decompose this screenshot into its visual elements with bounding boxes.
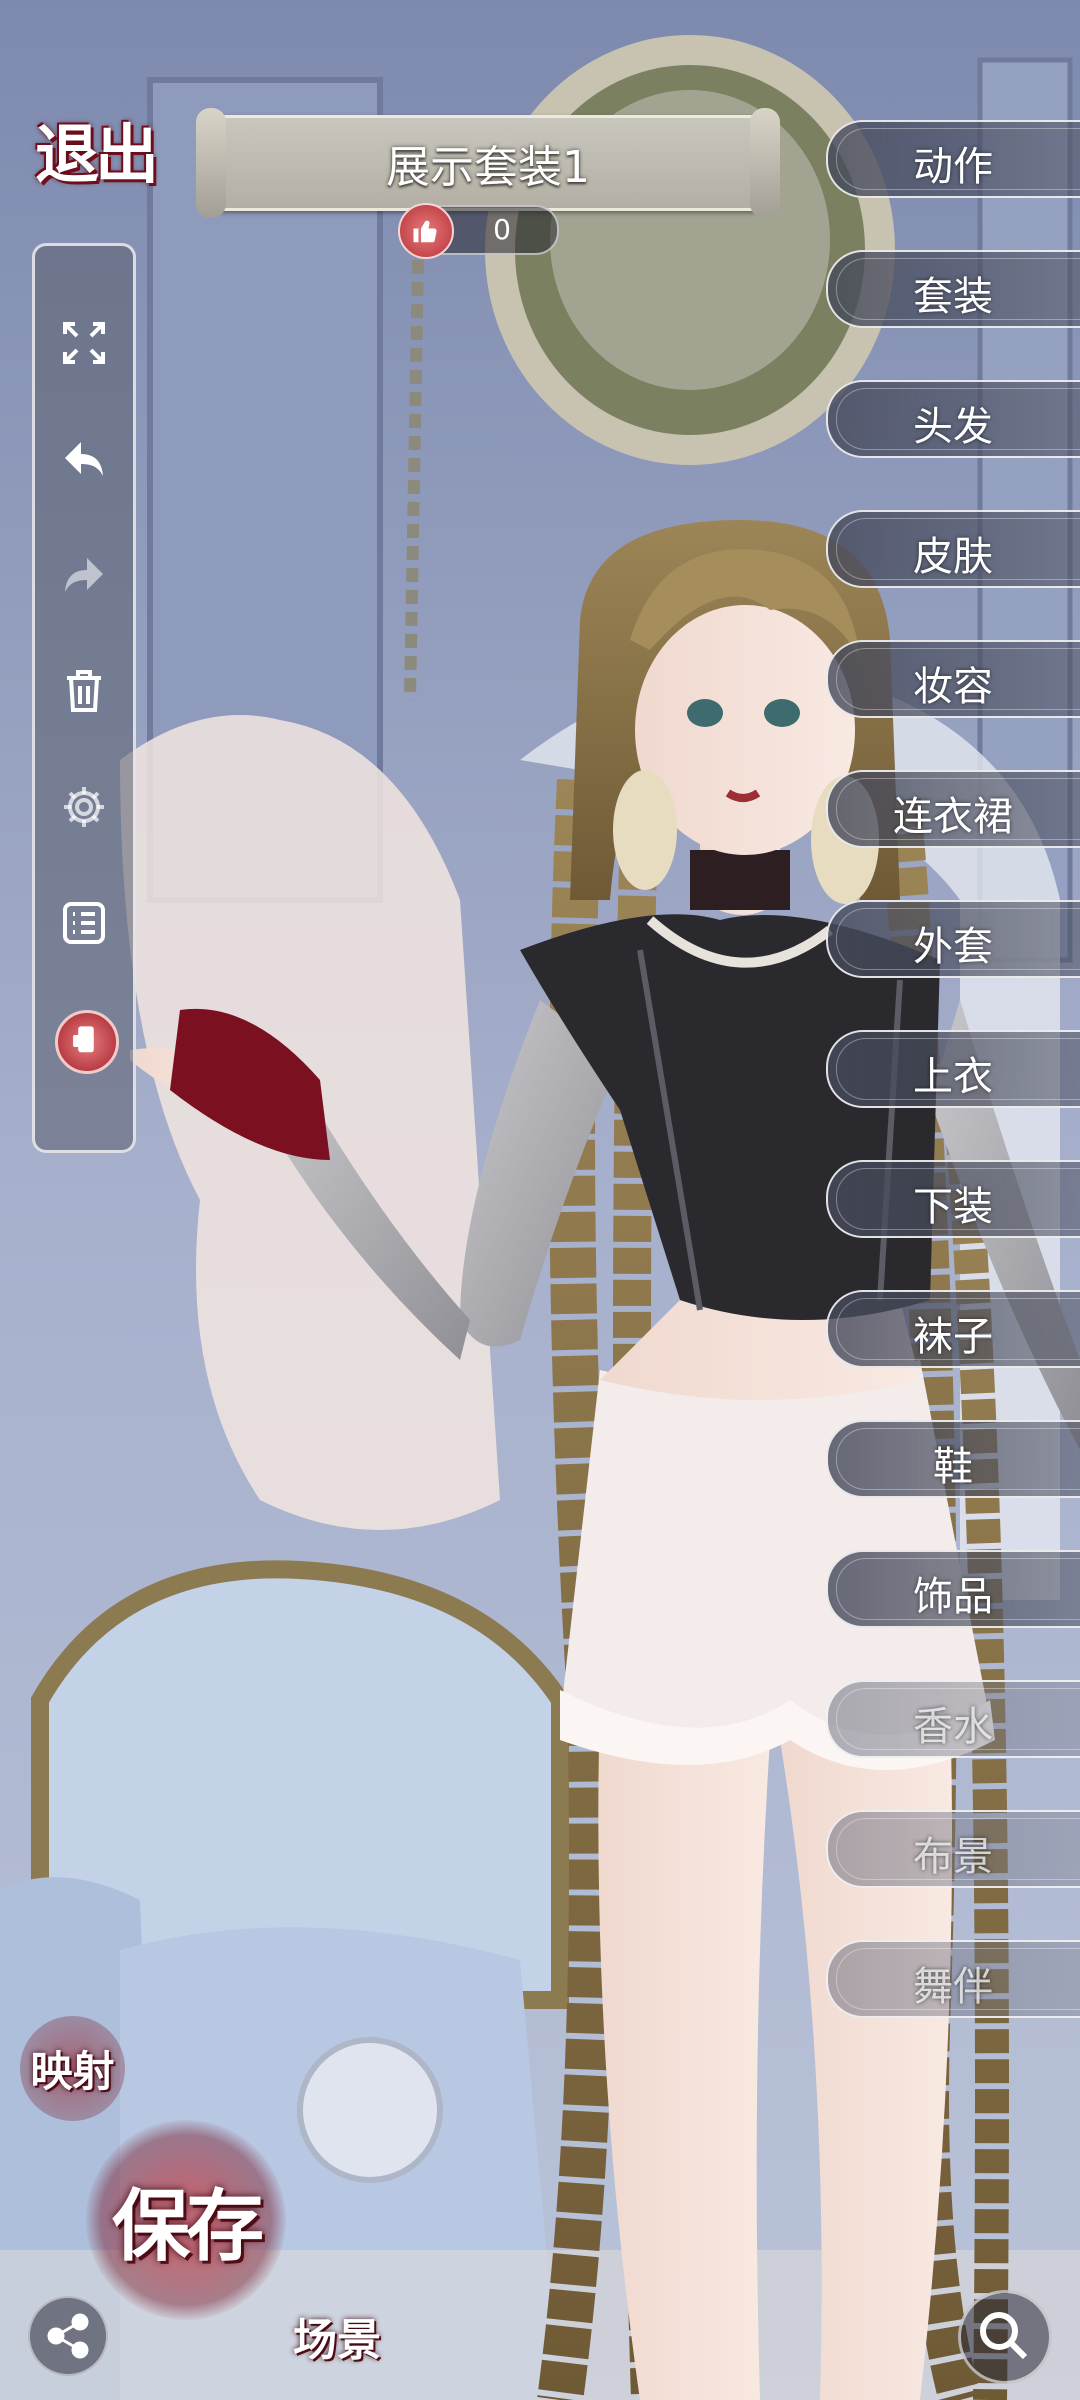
- map-button[interactable]: 映射: [20, 2016, 125, 2121]
- edit-toolbar: [32, 243, 136, 1153]
- menu-item-label: 舞伴: [913, 1964, 993, 2010]
- share-icon[interactable]: [28, 2296, 108, 2376]
- thumbs-up-icon[interactable]: [398, 203, 454, 259]
- menu-item-label: 下装: [913, 1184, 993, 1230]
- trash-icon[interactable]: [59, 666, 109, 716]
- outfit-title: 展示套装1: [386, 142, 590, 193]
- menu-item-perfume[interactable]: 香水: [826, 1680, 1080, 1758]
- settings-icon[interactable]: [59, 782, 109, 832]
- menu-item-outfit[interactable]: 套装: [826, 250, 1080, 328]
- menu-item-skin[interactable]: 皮肤: [826, 510, 1080, 588]
- scene-label: 场景: [293, 2315, 381, 2366]
- list-icon[interactable]: [59, 898, 109, 948]
- menu-item-backdrop[interactable]: 布景: [826, 1810, 1080, 1888]
- menu-item-hair[interactable]: 头发: [826, 380, 1080, 458]
- menu-item-label: 连衣裙: [893, 794, 1013, 840]
- menu-item-label: 香水: [913, 1704, 993, 1750]
- menu-item-label: 袜子: [913, 1314, 993, 1360]
- menu-item-label: 套装: [913, 274, 993, 320]
- outfit-title-banner[interactable]: 展示套装1: [196, 108, 780, 218]
- menu-item-dress[interactable]: 连衣裙: [826, 770, 1080, 848]
- like-count: 0: [493, 213, 511, 246]
- menu-item-label: 皮肤: [913, 534, 993, 580]
- save-label: 保存: [111, 2181, 264, 2272]
- menu-item-label: 妆容: [913, 664, 993, 710]
- menu-item-label: 外套: [913, 924, 993, 970]
- menu-item-partner[interactable]: 舞伴: [826, 1940, 1080, 2018]
- scene-button[interactable]: 场景: [282, 2286, 392, 2386]
- save-button[interactable]: 保存: [86, 2120, 286, 2320]
- menu-item-label: 饰品: [913, 1574, 993, 1620]
- phone-icon[interactable]: [55, 1010, 119, 1074]
- fullscreen-icon[interactable]: [59, 318, 109, 368]
- menu-item-label: 布景: [913, 1834, 993, 1880]
- undo-icon[interactable]: [59, 434, 109, 484]
- menu-item-coat[interactable]: 外套: [826, 900, 1080, 978]
- menu-item-action[interactable]: 动作: [826, 120, 1080, 198]
- menu-item-top[interactable]: 上衣: [826, 1030, 1080, 1108]
- menu-item-label: 上衣: [913, 1054, 993, 1100]
- exit-button[interactable]: 退出: [10, 105, 180, 195]
- redo-icon[interactable]: [59, 550, 109, 600]
- menu-item-makeup[interactable]: 妆容: [826, 640, 1080, 718]
- menu-item-shoes[interactable]: 鞋: [826, 1420, 1080, 1498]
- menu-item-label: 鞋: [933, 1444, 973, 1490]
- menu-item-bottom[interactable]: 下装: [826, 1160, 1080, 1238]
- menu-item-accessories[interactable]: 饰品: [826, 1550, 1080, 1628]
- exit-label: 退出: [35, 118, 159, 193]
- menu-item-socks[interactable]: 袜子: [826, 1290, 1080, 1368]
- like-counter[interactable]: 0: [398, 203, 559, 259]
- search-icon[interactable]: [958, 2290, 1052, 2384]
- map-label: 映射: [30, 2047, 115, 2096]
- menu-item-label: 动作: [913, 144, 993, 190]
- menu-item-label: 头发: [913, 404, 993, 450]
